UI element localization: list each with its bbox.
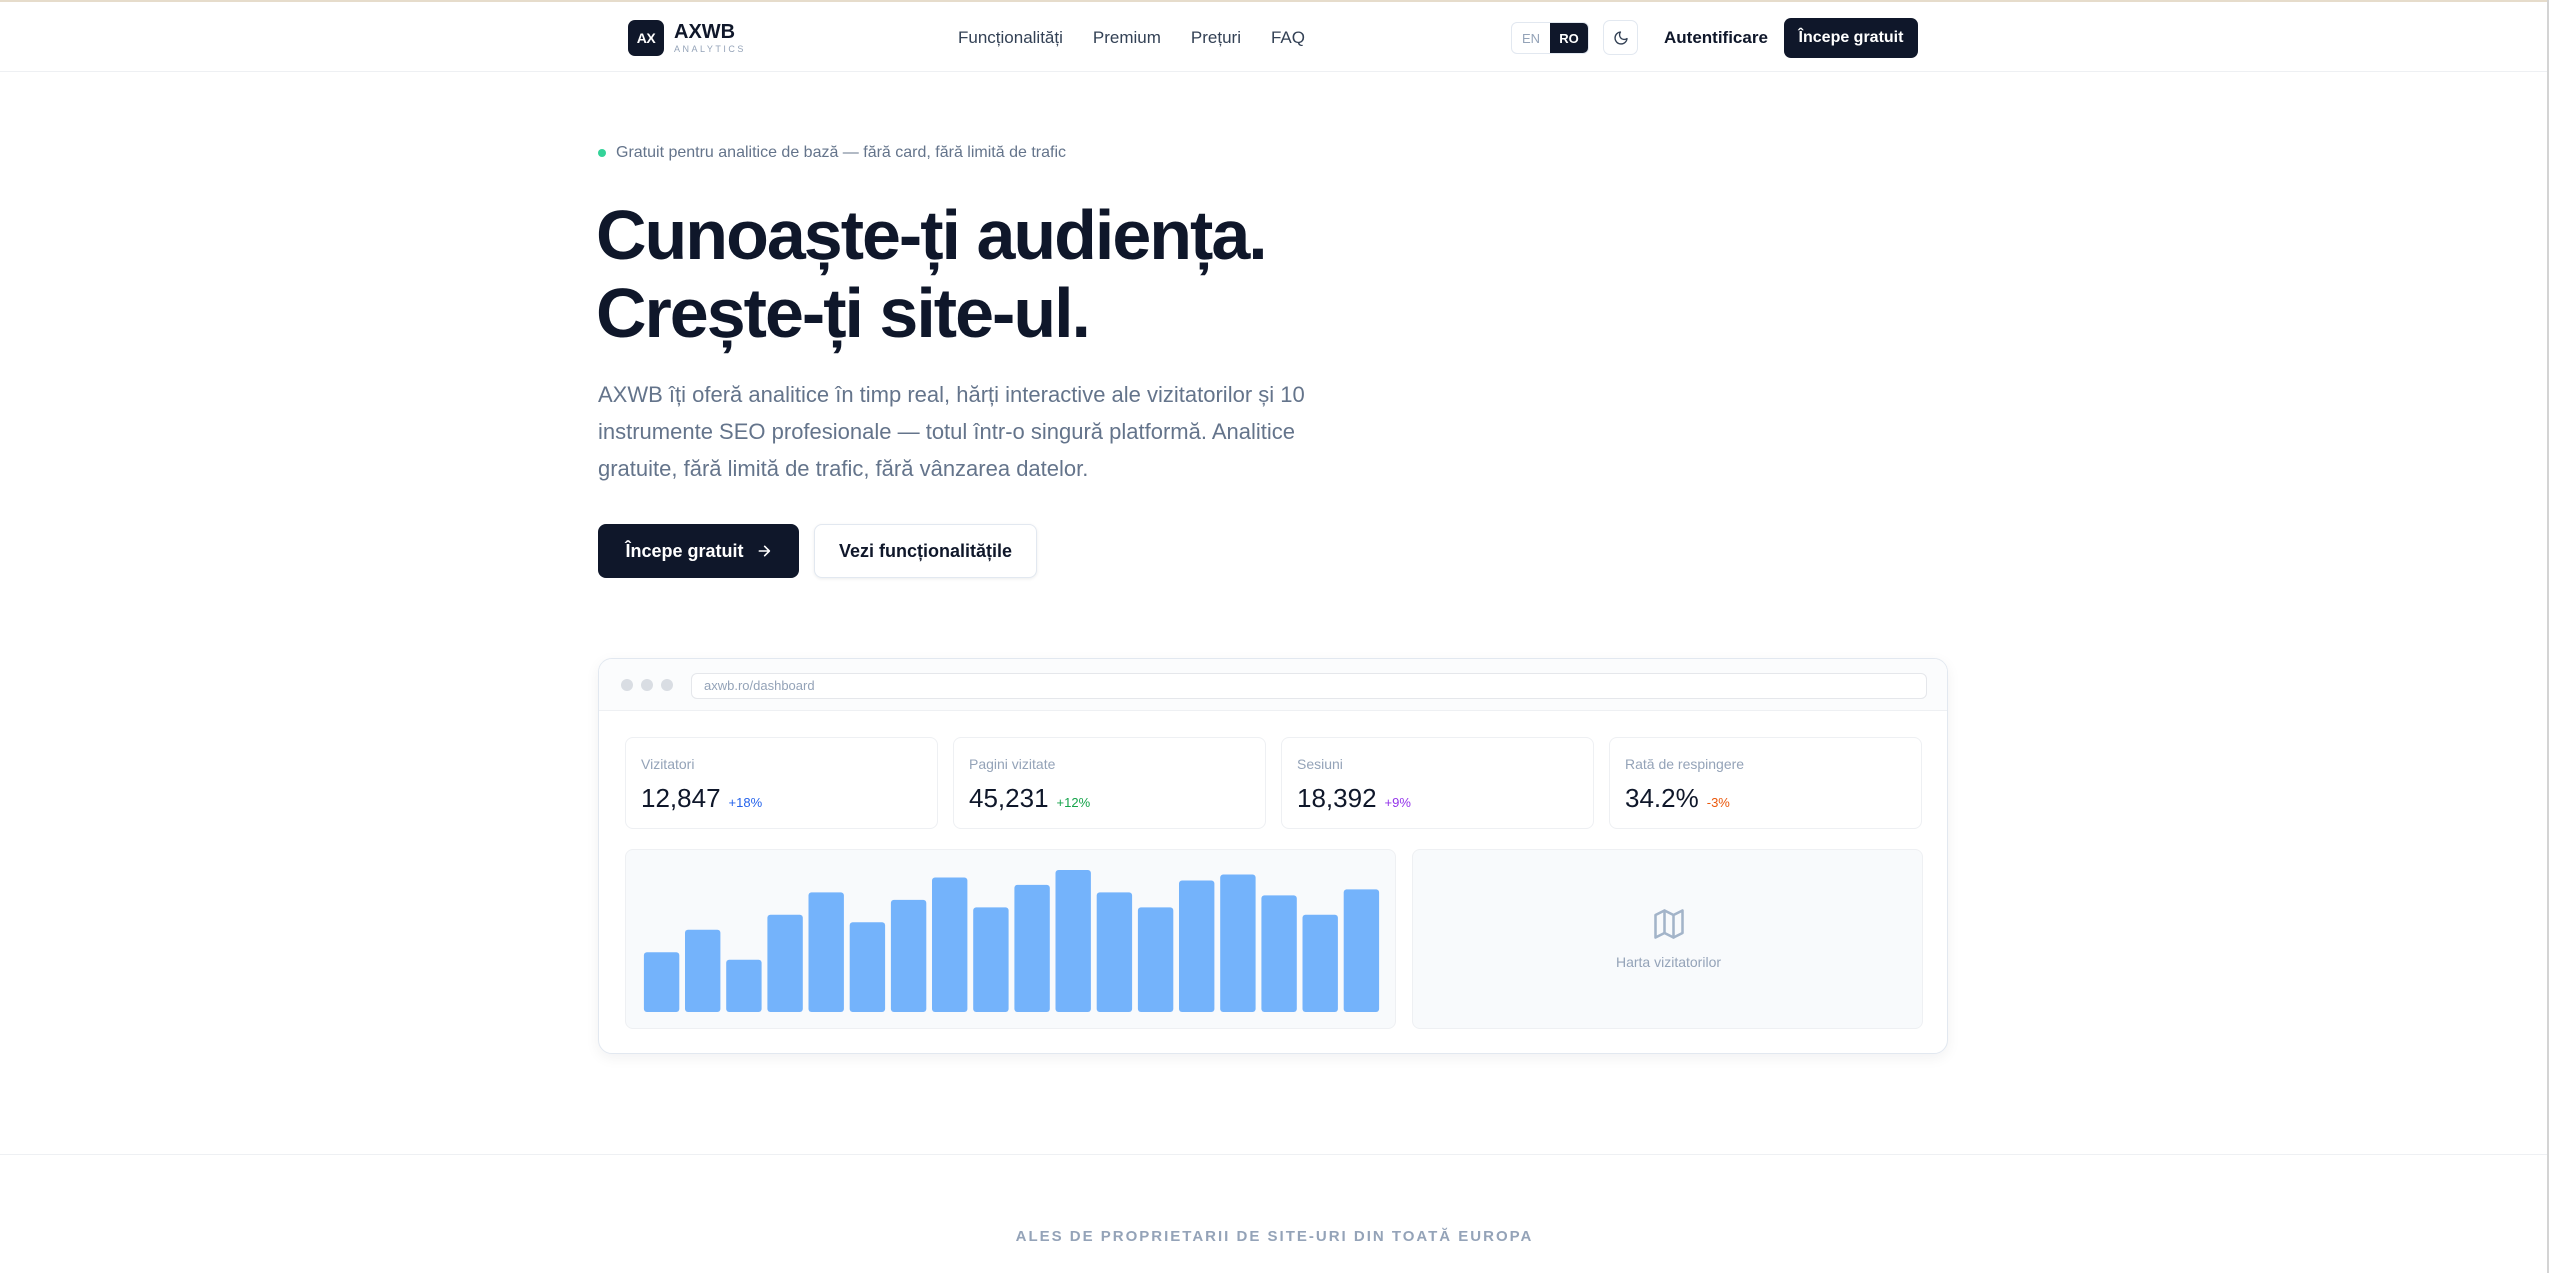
hero-badge-text: Gratuit pentru analitice de bază — fără … (616, 144, 1066, 161)
status-dot (598, 149, 606, 157)
nav-links: Funcționalități Premium Prețuri FAQ (958, 28, 1305, 48)
theme-toggle-button[interactable] (1603, 20, 1638, 55)
stat-value: 18,392 +9% (1297, 783, 1411, 814)
stat-label: Vizitatori (641, 756, 695, 772)
visitor-map-card: Harta vizitatorilor (1412, 849, 1923, 1029)
chart-bar-3 (726, 959, 762, 1012)
chart-bar-13 (1137, 907, 1174, 1012)
arrow-right-icon (758, 545, 770, 557)
dashboard-preview: axwb.ro/dashboard Vizitatori 12,847 +18% … (598, 658, 1948, 1054)
traffic-bar-chart (643, 870, 1380, 1012)
top-navigation: AX AXWB ANALYTICS Funcționalități Premiu… (0, 2, 2549, 72)
chart-bar-7 (890, 899, 927, 1012)
hero-view-features-button[interactable]: Vezi funcționalitățile (814, 524, 1037, 578)
hero-title-line-2: Crește-ți site-ul. (596, 274, 1091, 352)
window-dot-2 (641, 679, 653, 691)
browser-bar: axwb.ro/dashboard (599, 659, 1947, 711)
stat-delta: -3% (1706, 795, 1730, 810)
language-switcher: EN RO (1511, 22, 1589, 54)
chart-bar-6 (849, 922, 886, 1012)
stat-label: Sesiuni (1297, 756, 1343, 772)
hero-title: Cunoaște-ți audiența. Crește-ți site-ul. (596, 196, 1496, 352)
chart-bar-8 (932, 877, 968, 1012)
stat-card-bounce-rate: Rată de respingere 34.2% -3% (1609, 737, 1922, 829)
hero-start-free-label: Începe gratuit (625, 540, 744, 561)
nav-start-free-button[interactable]: Începe gratuit (1784, 18, 1918, 58)
stat-delta: +18% (728, 795, 763, 810)
login-link[interactable]: Autentificare (1664, 28, 1768, 48)
section-divider (0, 1154, 2549, 1155)
moon-icon (1613, 30, 1628, 45)
logo-name: AXWB (674, 21, 736, 43)
chart-bar-1 (643, 952, 680, 1012)
logo-subtitle: ANALYTICS (674, 44, 746, 54)
visitor-map-label: Harta vizitatorilor (1615, 954, 1722, 970)
nav-link-premium[interactable]: Premium (1093, 28, 1161, 48)
stat-card-pageviews: Pagini vizitate 45,231 +12% (953, 737, 1266, 829)
lang-en-button[interactable]: EN (1512, 23, 1550, 53)
chart-bar-10 (1014, 884, 1050, 1012)
window-dot-3 (661, 679, 673, 691)
stat-value: 12,847 +18% (641, 783, 762, 814)
chart-bar-9 (973, 907, 1009, 1012)
traffic-chart-card (625, 849, 1396, 1029)
window-dot-1 (621, 679, 633, 691)
lang-ro-button[interactable]: RO (1550, 23, 1588, 53)
map-icon (1654, 909, 1684, 939)
stat-number: 45,231 (969, 783, 1049, 813)
browser-url: axwb.ro/dashboard (691, 673, 1927, 699)
stat-delta: +9% (1384, 795, 1411, 810)
stat-number: 18,392 (1297, 783, 1377, 813)
chart-bar-12 (1096, 892, 1133, 1012)
chart-bar-5 (808, 892, 844, 1012)
hero-start-free-button[interactable]: Începe gratuit (598, 524, 799, 578)
chart-bar-16 (1261, 895, 1297, 1012)
nav-link-pricing[interactable]: Prețuri (1191, 28, 1241, 48)
chart-bar-17 (1302, 914, 1338, 1012)
stat-number: 12,847 (641, 783, 721, 813)
chart-bar-14 (1179, 880, 1215, 1012)
logo-mark: AX (628, 20, 664, 56)
stat-value: 34.2% -3% (1625, 783, 1730, 814)
logo-text: AXWB ANALYTICS (674, 22, 746, 54)
chart-bar-18 (1343, 889, 1380, 1012)
chart-bar-2 (685, 929, 721, 1012)
hero-badge: Gratuit pentru analitice de bază — fără … (598, 144, 1066, 162)
stat-card-sessions: Sesiuni 18,392 +9% (1281, 737, 1594, 829)
stat-value: 45,231 +12% (969, 783, 1090, 814)
hero-title-line-1: Cunoaște-ți audiența. (596, 196, 1268, 274)
logo[interactable]: AX AXWB ANALYTICS (628, 20, 746, 56)
stat-label: Rată de respingere (1625, 756, 1745, 772)
nav-link-features[interactable]: Funcționalități (958, 28, 1063, 48)
stat-number: 34.2% (1625, 783, 1699, 813)
stat-delta: +12% (1056, 795, 1091, 810)
hero-description: AXWB îți oferă analitice în timp real, h… (598, 382, 1305, 481)
chart-bar-4 (767, 914, 803, 1012)
chart-bar-11 (1055, 870, 1091, 1012)
chart-bar-15 (1220, 874, 1256, 1012)
stat-label: Pagini vizitate (969, 756, 1056, 772)
stat-card-visitors: Vizitatori 12,847 +18% (625, 737, 938, 829)
nav-link-faq[interactable]: FAQ (1271, 28, 1305, 48)
trust-tagline: ALES DE PROPRIETARII DE SITE-URI DIN TOA… (1015, 1228, 1534, 1245)
